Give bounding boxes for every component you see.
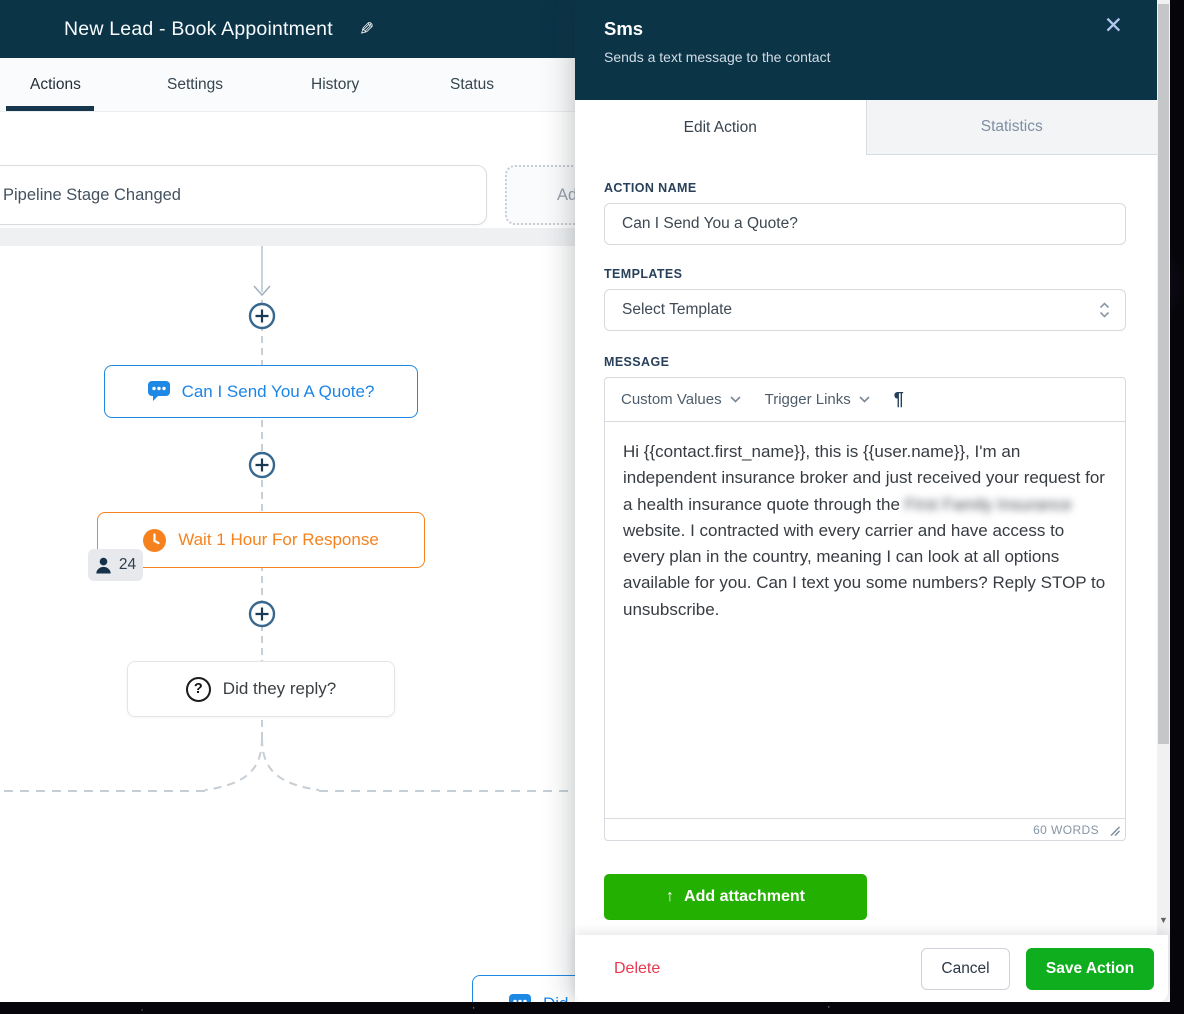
redacted-company-name-1: First: [904, 494, 938, 514]
question-mark-icon: ?: [185, 676, 211, 702]
panel-body: ACTION NAME TEMPLATES Select Template ME…: [575, 155, 1157, 920]
node-did-they-reply[interactable]: ? Did they reply?: [127, 661, 395, 717]
custom-values-label: Custom Values: [621, 391, 722, 408]
add-action-button-1[interactable]: [248, 302, 276, 330]
add-action-button-3[interactable]: [248, 600, 276, 628]
editor-status-bar: 60 WORDS: [605, 818, 1125, 840]
app-window: New Lead - Book Appointment ✎ Actions Se…: [0, 0, 1170, 1002]
node-label: Did: [543, 994, 569, 1002]
sms-action-panel: Sms Sends a text message to the contact …: [575, 0, 1157, 1002]
tab-statistics[interactable]: Statistics: [865, 100, 1157, 155]
message-label: MESSAGE: [604, 355, 670, 369]
message-text-2: website. I contracted with every carrier…: [623, 520, 1106, 619]
workflow-connectors: [0, 246, 575, 792]
message-textarea[interactable]: Hi {{contact.first_name}}, this is {{use…: [605, 422, 1125, 818]
sms-bubble-icon: [509, 993, 531, 1002]
scrollbar-down-arrow-icon[interactable]: ▼: [1157, 916, 1170, 925]
contact-count-badge[interactable]: 24: [88, 549, 143, 581]
template-select[interactable]: Select Template: [604, 289, 1126, 331]
node-sms-can-i-send-quote[interactable]: Can I Send You A Quote?: [104, 365, 418, 418]
tab-edit-action[interactable]: Edit Action: [575, 100, 866, 155]
editor-toolbar: Custom Values Trigger Links ¶: [605, 378, 1125, 422]
trigger-links-dropdown[interactable]: Trigger Links: [765, 391, 870, 408]
add-attachment-label: Add attachment: [684, 888, 805, 905]
clock-icon: [143, 528, 167, 552]
panel-header: Sms Sends a text message to the contact …: [575, 0, 1157, 100]
templates-label: TEMPLATES: [604, 267, 683, 281]
panel-subtitle: Sends a text message to the contact: [604, 49, 831, 65]
delete-link[interactable]: Delete: [614, 960, 660, 978]
chevron-down-icon: [859, 396, 870, 403]
contact-count: 24: [118, 556, 137, 573]
resize-grip-icon[interactable]: [1109, 825, 1120, 836]
upload-arrow-icon: ↑: [666, 888, 675, 905]
save-action-button[interactable]: Save Action: [1026, 947, 1154, 990]
trigger-links-label: Trigger Links: [764, 391, 851, 408]
panel-tab-bar: Edit Action Statistics: [575, 100, 1157, 155]
custom-values-dropdown[interactable]: Custom Values: [621, 391, 741, 408]
node-label: Wait 1 Hour For Response: [178, 530, 379, 549]
person-icon: [96, 557, 111, 573]
panel-footer: Delete Cancel Save Action: [575, 935, 1168, 1002]
action-name-input[interactable]: [604, 203, 1126, 245]
add-attachment-button[interactable]: ↑ Add attachment: [604, 874, 867, 920]
message-editor: Custom Values Trigger Links ¶ Hi {{conta…: [604, 377, 1126, 841]
action-name-label: ACTION NAME: [604, 181, 697, 195]
panel-title: Sms: [604, 18, 644, 39]
cancel-button[interactable]: Cancel: [921, 947, 1010, 990]
node-label: Can I Send You A Quote?: [181, 381, 375, 401]
node-wait-1-hour[interactable]: Wait 1 Hour For Response: [97, 512, 425, 568]
add-action-button-2[interactable]: [248, 451, 276, 479]
chevron-down-icon: [730, 396, 741, 403]
pilcrow-format-button[interactable]: ¶: [894, 389, 904, 410]
panel-scrollbar[interactable]: ▼: [1157, 0, 1170, 935]
scrollbar-thumb[interactable]: [1158, 4, 1169, 744]
redacted-company-name-2: Family Insurance: [942, 494, 1072, 514]
select-chevrons-icon: [1099, 302, 1110, 318]
template-select-value: Select Template: [622, 301, 732, 318]
close-icon[interactable]: ✕: [1104, 14, 1123, 37]
sms-bubble-icon: [147, 381, 170, 401]
node-label: Did they reply?: [222, 679, 337, 698]
word-count: 60 WORDS: [1033, 822, 1099, 837]
